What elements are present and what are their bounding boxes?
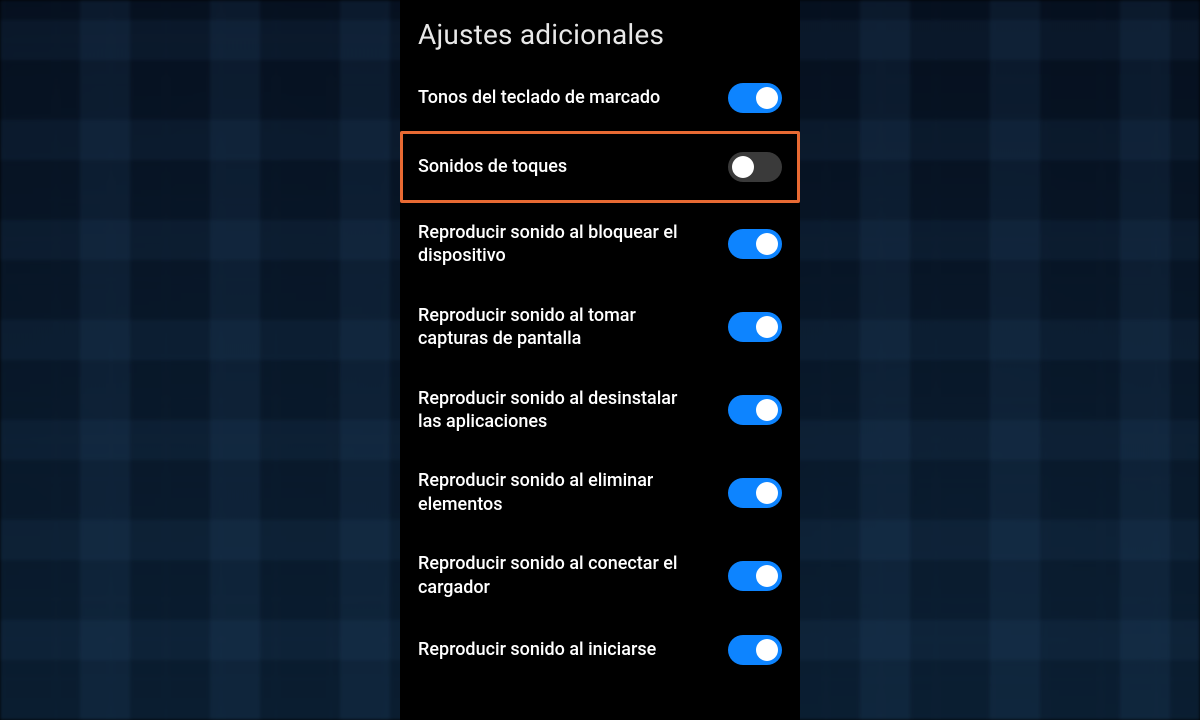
toggle-knob — [756, 87, 778, 109]
toggle-switch[interactable] — [728, 229, 782, 259]
settings-item-label: Reproducir sonido al iniciarse — [418, 638, 688, 661]
settings-item[interactable]: Reproducir sonido al bloquear el disposi… — [418, 203, 782, 286]
page-title: Ajustes adicionales — [418, 0, 782, 65]
toggle-switch[interactable] — [728, 635, 782, 665]
toggle-switch[interactable] — [728, 83, 782, 113]
toggle-knob — [756, 316, 778, 338]
toggle-switch[interactable] — [728, 152, 782, 182]
settings-item[interactable]: Reproducir sonido al conectar el cargado… — [418, 534, 782, 617]
settings-item-label: Reproducir sonido al desinstalar las apl… — [418, 387, 688, 434]
settings-item-label: Sonidos de toques — [418, 155, 688, 178]
settings-item[interactable]: Sonidos de toques — [400, 131, 800, 203]
toggle-switch[interactable] — [728, 395, 782, 425]
toggle-switch[interactable] — [728, 312, 782, 342]
toggle-switch[interactable] — [728, 478, 782, 508]
settings-panel: Ajustes adicionales Tonos del teclado de… — [400, 0, 800, 720]
toggle-knob — [756, 399, 778, 421]
settings-item-label: Reproducir sonido al tomar capturas de p… — [418, 304, 688, 351]
settings-item[interactable]: Reproducir sonido al iniciarse — [418, 617, 782, 683]
toggle-knob — [756, 482, 778, 504]
settings-item-label: Reproducir sonido al conectar el cargado… — [418, 552, 688, 599]
settings-item-label: Reproducir sonido al bloquear el disposi… — [418, 221, 688, 268]
toggle-knob — [732, 156, 754, 178]
toggle-switch[interactable] — [728, 561, 782, 591]
settings-item-label: Tonos del teclado de marcado — [418, 86, 688, 109]
settings-item[interactable]: Reproducir sonido al desinstalar las apl… — [418, 369, 782, 452]
settings-item-label: Reproducir sonido al eliminar elementos — [418, 469, 688, 516]
toggle-knob — [756, 233, 778, 255]
toggle-knob — [756, 565, 778, 587]
settings-item[interactable]: Reproducir sonido al tomar capturas de p… — [418, 286, 782, 369]
settings-list: Tonos del teclado de marcado Sonidos de t… — [418, 65, 782, 683]
toggle-knob — [756, 639, 778, 661]
settings-item[interactable]: Tonos del teclado de marcado — [418, 65, 782, 131]
settings-item[interactable]: Reproducir sonido al eliminar elementos — [418, 451, 782, 534]
